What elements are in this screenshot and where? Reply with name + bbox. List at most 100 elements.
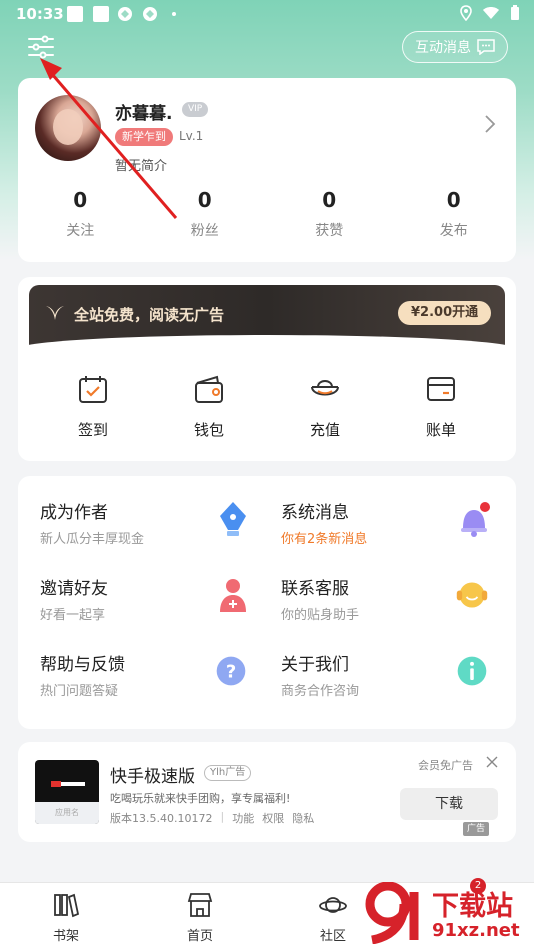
feature-subtitle: 好看一起享 <box>40 608 106 623</box>
service-checkin[interactable]: 签到 <box>35 373 151 440</box>
location-icon <box>460 5 472 21</box>
info-icon <box>457 656 487 686</box>
vip-badge: VIP <box>182 102 209 117</box>
services-row: 签到 钱包 充值 账单 <box>18 373 516 440</box>
bill-icon <box>427 377 455 401</box>
feature-title: 成为作者 <box>40 503 108 523</box>
ad-link-privacy[interactable]: 隐私 <box>292 810 314 826</box>
stat-likes[interactable]: 0 获赞 <box>267 186 392 240</box>
service-label: 账单 <box>425 421 456 439</box>
watermark-logo-icon <box>365 882 419 944</box>
settings-sliders-icon[interactable] <box>28 34 54 60</box>
battery-icon <box>511 5 519 20</box>
service-label: 钱包 <box>193 421 224 439</box>
newbie-badge: 新学乍到 <box>115 128 173 146</box>
watermark-url: 91xz.net <box>432 920 520 941</box>
ad-version: 版本13.5.40.10172 <box>110 812 213 825</box>
feature-system-messages[interactable]: 系统消息 你有2条新消息 <box>281 498 521 562</box>
service-label: 充值 <box>309 421 340 439</box>
nav-home[interactable]: 首页 <box>160 891 240 944</box>
ad-badge[interactable]: 广告 <box>463 822 490 836</box>
status-time: 10:33 <box>16 5 64 23</box>
stat-value: 0 <box>73 188 88 212</box>
stat-following[interactable]: 0 关注 <box>18 186 143 240</box>
feature-title: 联系客服 <box>281 579 349 599</box>
service-recharge[interactable]: 充值 <box>267 373 383 440</box>
ad-link-features[interactable]: 功能 <box>232 810 254 826</box>
feature-subtitle: 你的贴身助手 <box>281 608 360 623</box>
stat-value: 0 <box>446 188 461 212</box>
store-icon <box>187 893 213 917</box>
bookshelf-icon <box>54 893 80 918</box>
service-label: 签到 <box>77 421 108 439</box>
notification-icon <box>93 6 109 22</box>
ad-download-button[interactable]: 下载 <box>400 788 498 820</box>
feature-title: 关于我们 <box>281 655 349 675</box>
feature-about-us[interactable]: 关于我们 商务合作咨询 <box>281 650 521 714</box>
profile-stats: 0 关注 0 粉丝 0 获赞 0 发布 <box>18 186 516 240</box>
interactive-messages-button[interactable]: 互动消息 <box>402 31 508 63</box>
stat-value: 0 <box>322 188 337 212</box>
more-notifications-dot <box>172 12 176 16</box>
feature-help-feedback[interactable]: 帮助与反馈 热门问题答疑 ? <box>40 650 280 714</box>
ingot-icon <box>311 380 339 396</box>
stat-label: 粉丝 <box>190 223 219 239</box>
chevron-right-icon[interactable] <box>484 114 496 134</box>
stat-posts[interactable]: 0 发布 <box>392 186 517 240</box>
user-level: Lv.1 <box>179 129 204 143</box>
vip-leaf-icon <box>46 306 64 320</box>
headset-icon <box>456 582 488 608</box>
stat-label: 获赞 <box>315 223 344 239</box>
feature-invite-friends[interactable]: 邀请好友 好看一起享 <box>40 574 280 638</box>
ad-description: 吃喝玩乐就来快手团购，享专属福利! <box>110 792 291 805</box>
profile-card: 亦暮暮. VIP 新学乍到 Lv.1 暂无简介 0 关注 0 粉丝 0 获赞 0… <box>18 78 516 262</box>
features-card: 成为作者 新人瓜分丰厚现金 系统消息 你有2条新消息 邀请好友 好看一起享 联系… <box>18 476 516 729</box>
ad-free-link[interactable]: 会员免广告 <box>418 757 473 773</box>
ad-card[interactable]: 应用名 快手极速版 Ylh广告 吃喝玩乐就来快手团购，享专属福利! 版本13.5… <box>18 742 516 842</box>
nav-label: 书架 <box>52 929 79 944</box>
ad-title: 快手极速版 <box>110 767 195 787</box>
wifi-icon <box>483 7 499 19</box>
chat-bubble-icon <box>477 39 495 55</box>
notification-icon <box>67 6 83 22</box>
ad-tag: Ylh广告 <box>204 765 252 781</box>
vip-services-card: 全站免费，阅读无广告 ¥2.00开通 签到 钱包 充值 账单 <box>18 277 516 461</box>
ad-thumb-caption: 应用名 <box>35 802 99 824</box>
feature-title: 系统消息 <box>281 503 349 523</box>
ad-link-permissions[interactable]: 权限 <box>262 810 284 826</box>
stat-label: 发布 <box>439 223 468 239</box>
vip-open-button[interactable]: ¥2.00开通 <box>398 301 492 325</box>
feature-title: 邀请好友 <box>40 579 108 599</box>
feature-subtitle: 热门问题答疑 <box>40 684 119 699</box>
pen-icon <box>220 502 246 536</box>
question-icon: ? <box>216 656 246 686</box>
feature-subtitle: 你有2条新消息 <box>281 532 368 547</box>
feature-customer-service[interactable]: 联系客服 你的贴身助手 <box>281 574 521 638</box>
close-icon[interactable] <box>486 756 498 768</box>
feature-title: 帮助与反馈 <box>40 655 125 675</box>
nav-bookshelf[interactable]: 书架 <box>26 891 106 944</box>
user-bio: 暂无简介 <box>115 159 168 174</box>
interactive-messages-label: 互动消息 <box>415 40 471 56</box>
planet-icon <box>319 897 347 913</box>
wallet-icon <box>195 375 223 403</box>
app-notification-icon <box>118 7 132 21</box>
feature-become-author[interactable]: 成为作者 新人瓜分丰厚现金 <box>40 498 280 562</box>
service-bill[interactable]: 账单 <box>383 373 499 440</box>
vip-banner-text: 全站免费，阅读无广告 <box>74 306 225 324</box>
status-bar: 10:33 <box>0 0 534 30</box>
svg-text:?: ? <box>226 661 236 682</box>
app-notification-icon <box>143 7 157 21</box>
watermark-title: 下载站 <box>432 891 513 922</box>
stat-label: 关注 <box>66 223 95 239</box>
stat-value: 0 <box>197 188 212 212</box>
site-watermark: 2 下载站 91xz.net <box>358 878 528 948</box>
service-wallet[interactable]: 钱包 <box>151 373 267 440</box>
avatar[interactable] <box>35 95 101 161</box>
ad-app-thumbnail: 应用名 <box>35 760 99 824</box>
stat-followers[interactable]: 0 粉丝 <box>143 186 268 240</box>
ad-meta: 版本13.5.40.10172 | 功能 权限 隐私 <box>110 810 315 826</box>
nav-label: 首页 <box>186 929 213 944</box>
bell-icon <box>461 502 490 537</box>
calendar-icon <box>79 376 107 403</box>
